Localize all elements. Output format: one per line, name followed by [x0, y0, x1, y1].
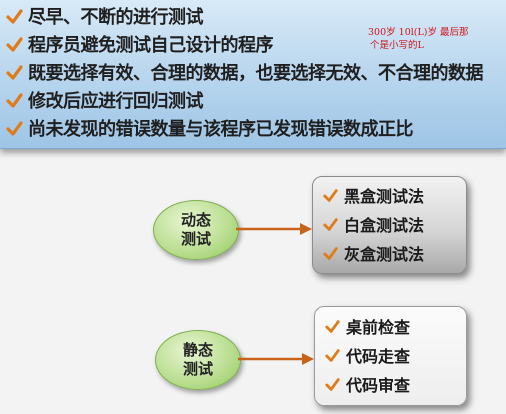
check-icon	[6, 64, 23, 81]
note-line: 个是小写的L	[370, 40, 424, 51]
static-methods-box: 桌前检查 代码走查 代码审查	[314, 306, 467, 406]
note-line: 300岁 10l(L)岁 最后那	[368, 27, 469, 38]
check-icon	[325, 319, 340, 334]
check-icon	[323, 217, 338, 232]
check-icon	[6, 8, 23, 25]
method-item: 灰盒测试法	[323, 242, 424, 264]
principles-banner: 尽早、不断的进行测试 程序员避免测试自己设计的程序 既要选择有效、合理的数据，也…	[0, 0, 506, 149]
check-icon	[323, 188, 338, 203]
bullet-item: 程序员避免测试自己设计的程序	[6, 31, 274, 57]
method-item: 桌前检查	[325, 315, 410, 337]
dynamic-testing-label: 动态 测试	[180, 211, 211, 248]
bullet-text: 程序员避免测试自己设计的程序	[28, 35, 274, 56]
method-text: 代码走查	[346, 347, 411, 366]
bullet-item: 既要选择有效、合理的数据，也要选择无效、不合理的数据	[6, 59, 484, 85]
bullet-text: 修改后应进行回归测试	[28, 91, 204, 112]
bullet-text: 尚未发现的错误数量与该程序已发现错误数成正比	[28, 119, 414, 140]
method-text: 灰盒测试法	[344, 245, 425, 264]
bullet-text: 尽早、不断的进行测试	[28, 7, 204, 28]
method-text: 白盒测试法	[344, 216, 425, 235]
method-item: 白盒测试法	[323, 213, 424, 235]
method-item: 代码走查	[325, 344, 410, 366]
static-testing-label: 静态 测试	[182, 341, 213, 378]
method-text: 代码审查	[346, 376, 411, 395]
check-icon	[6, 120, 23, 137]
arrow-right-icon	[236, 223, 312, 235]
handwritten-note: 300岁 10l(L)岁 最后那 个是小写的L	[368, 26, 502, 52]
check-icon	[325, 348, 340, 363]
bullet-item: 尽早、不断的进行测试	[6, 3, 204, 29]
dynamic-methods-box: 黑盒测试法 白盒测试法 灰盒测试法	[312, 176, 467, 274]
bullet-item: 修改后应进行回归测试	[6, 87, 204, 113]
arrow-right-icon	[238, 353, 314, 365]
bullet-item: 尚未发现的错误数量与该程序已发现错误数成正比	[6, 115, 414, 141]
bullet-text: 既要选择有效、合理的数据，也要选择无效、不合理的数据	[28, 63, 484, 84]
check-icon	[6, 36, 23, 53]
check-icon	[325, 377, 340, 392]
method-item: 黑盒测试法	[323, 184, 424, 206]
dynamic-testing-node: 动态 测试	[153, 200, 239, 260]
method-text: 桌前检查	[346, 318, 411, 337]
static-testing-node: 静态 测试	[155, 330, 241, 390]
method-item: 代码审查	[325, 373, 410, 395]
check-icon	[6, 92, 23, 109]
check-icon	[323, 246, 338, 261]
method-text: 黑盒测试法	[344, 187, 425, 206]
